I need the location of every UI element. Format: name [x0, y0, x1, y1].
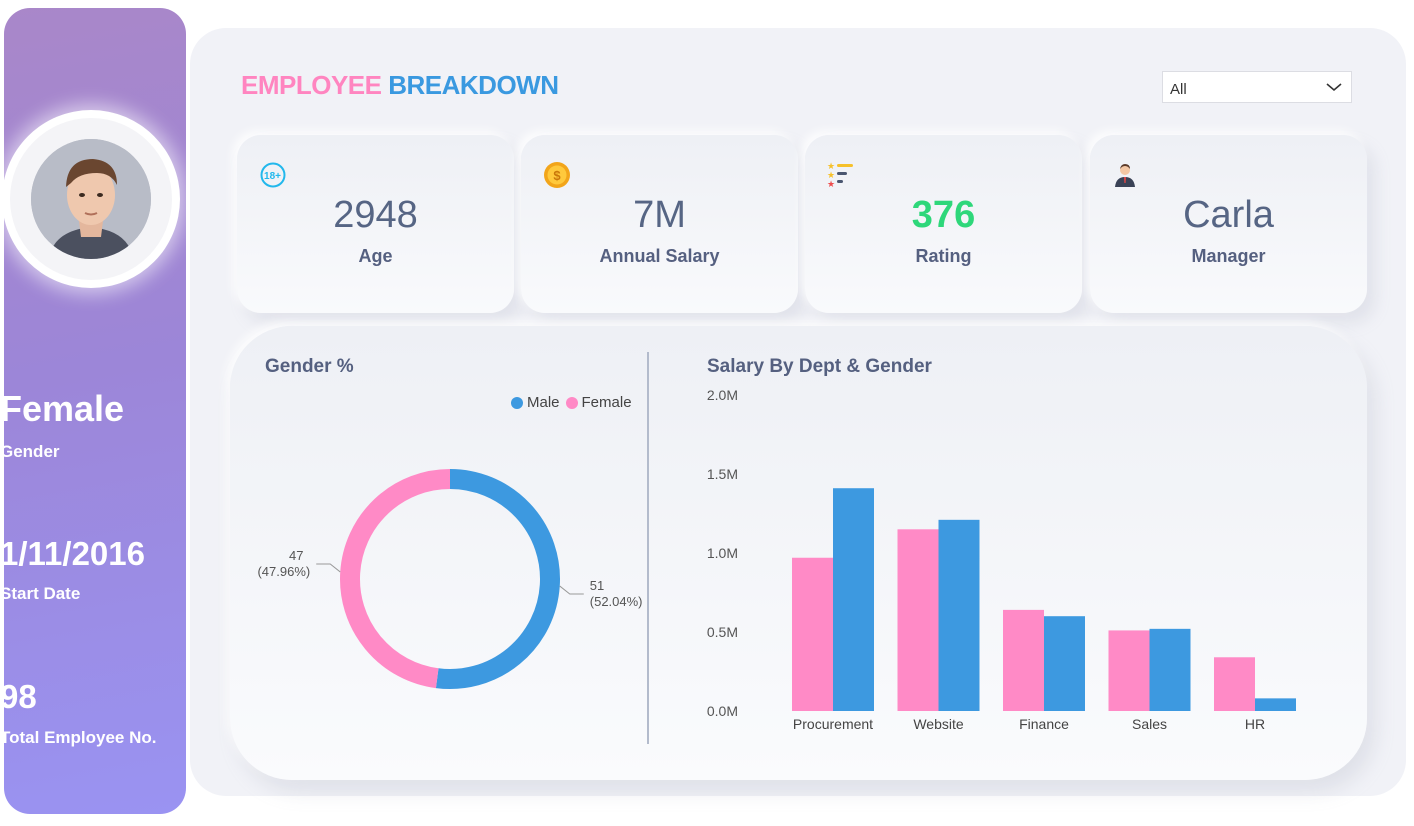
kpi-manager-label: Manager [1191, 246, 1266, 266]
legend-dot-male [511, 396, 523, 409]
legend-label-male: Male [527, 394, 560, 411]
kpi-rating-value: 376 [911, 194, 976, 236]
age-18-plus-icon: 18+ [260, 162, 286, 188]
page-title-part1: EMPLOYEE [241, 70, 382, 100]
charts-divider [647, 352, 649, 744]
chevron-down-icon [1326, 83, 1342, 92]
total-employee-label: Total Employee No. [0, 728, 157, 747]
kpi-salary-label: Annual Salary [599, 246, 720, 266]
charts-panel [230, 326, 1367, 780]
start-date-value: 1/11/2016 [0, 535, 145, 572]
svg-text:18+: 18+ [264, 171, 281, 182]
legend-dot-female [565, 396, 578, 409]
avatar [31, 139, 151, 259]
kpi-age-value: 2948 [333, 194, 418, 236]
svg-text:$: $ [553, 168, 561, 183]
kpi-card-annual-salary: $ 7M Annual Salary [521, 135, 798, 313]
kpi-manager-value: Carla [1183, 194, 1274, 236]
total-employee-value: 98 [0, 678, 37, 715]
svg-text:★: ★ [827, 179, 835, 189]
rating-stars-icon: ★ ★ ★ [827, 161, 853, 189]
kpi-age-label: Age [358, 246, 393, 266]
salary-chart-title: Salary By Dept & Gender [707, 356, 932, 377]
kpi-card-age: 18+ 2948 Age [237, 135, 514, 313]
kpi-salary-value: 7M [633, 194, 686, 236]
coin-icon: $ [544, 162, 570, 188]
start-date-label: Start Date [0, 584, 81, 603]
avatar-photo-icon [31, 139, 151, 259]
kpi-rating-label: Rating [915, 246, 972, 266]
page-title-part2: BREAKDOWN [388, 70, 559, 100]
manager-person-icon [1115, 164, 1135, 187]
kpi-card-rating: ★ ★ ★ 376 Rating [805, 135, 1082, 313]
page-title: EMPLOYEE BREAKDOWN [241, 70, 559, 101]
kpi-card-manager: Carla Manager [1090, 135, 1367, 313]
legend-item-female[interactable]: Female [565, 394, 632, 411]
legend-item-male[interactable]: Male [511, 394, 560, 411]
gender-label: Gender [0, 442, 60, 461]
gender-legend: Male Female [511, 394, 638, 411]
filter-selected-value: All [1170, 81, 1187, 98]
legend-label-female: Female [581, 394, 632, 411]
gender-value: Female [0, 388, 125, 429]
filter-dropdown[interactable]: All [1162, 71, 1352, 103]
gender-chart-title: Gender % [265, 356, 354, 377]
